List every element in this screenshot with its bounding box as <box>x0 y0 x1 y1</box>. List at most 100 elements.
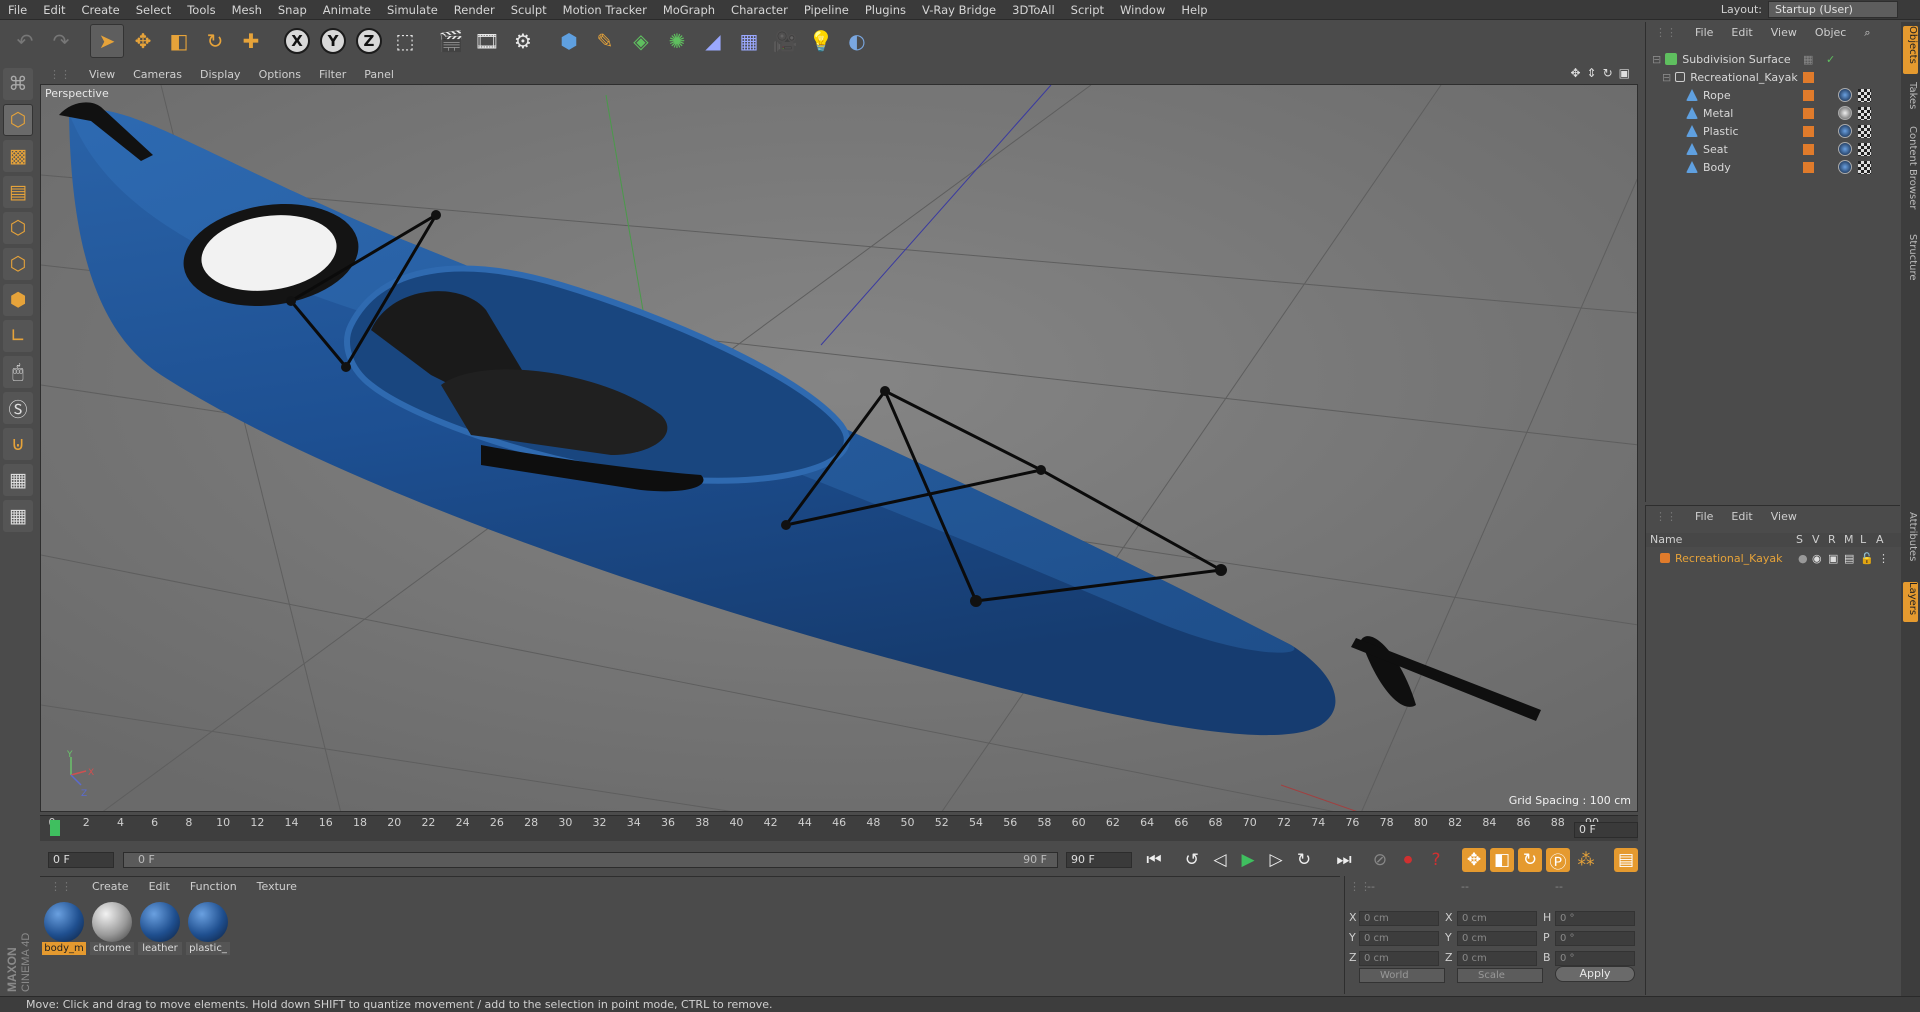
current-frame-field[interactable]: 0 F <box>1574 822 1638 838</box>
render-view-icon[interactable]: 🎬 <box>434 24 468 58</box>
coord-rot-b-field[interactable]: 0 ° <box>1555 951 1635 966</box>
locked-workplane-icon[interactable]: ▦ <box>3 500 33 532</box>
light-icon[interactable]: 💡 <box>804 24 838 58</box>
viewport-menu-panel[interactable]: Panel <box>355 68 403 81</box>
tab-takes[interactable]: Takes <box>1903 82 1918 118</box>
enabled-check-icon[interactable]: ✓ <box>1826 53 1835 66</box>
viewport-menu-options[interactable]: Options <box>250 68 310 81</box>
layer-solo-toggle[interactable]: ● <box>1798 552 1808 565</box>
menu-character[interactable]: Character <box>723 3 796 17</box>
make-editable-icon[interactable]: ⌘ <box>3 68 33 100</box>
axis-y-lock-button[interactable]: Y <box>316 24 350 58</box>
cloner-icon[interactable]: ✺ <box>660 24 694 58</box>
material-menu-function[interactable]: Function <box>180 880 247 893</box>
object-row-metal[interactable]: Metal <box>1646 104 1901 122</box>
menu-edit[interactable]: Edit <box>35 3 73 17</box>
layer-menu-view[interactable]: View <box>1762 510 1806 523</box>
uvw-tag-icon[interactable] <box>1858 125 1871 138</box>
material-tag-icon[interactable] <box>1838 160 1852 174</box>
material-tag-icon[interactable] <box>1838 124 1852 138</box>
layer-lock-icon[interactable]: 🔓 <box>1860 552 1874 565</box>
max-frame-field[interactable]: 90 F <box>1066 852 1132 868</box>
cube-primitive-icon[interactable]: ⬢ <box>552 24 586 58</box>
menu-create[interactable]: Create <box>74 3 128 17</box>
layer-visibility-icon[interactable]: ◉ <box>1812 552 1822 565</box>
orbit-icon[interactable]: ↻ <box>1603 66 1613 80</box>
menu-motion-tracker[interactable]: Motion Tracker <box>555 3 655 17</box>
layer-render-icon[interactable]: ▣ <box>1828 552 1838 565</box>
coord-space-select[interactable]: World <box>1359 968 1445 983</box>
uvw-tag-icon[interactable] <box>1858 107 1871 120</box>
add-object-icon[interactable]: ✚ <box>234 24 268 58</box>
tweak-mode-icon[interactable]: 🖱 <box>3 356 33 388</box>
dolly-icon[interactable]: ⇕ <box>1587 66 1597 80</box>
redo-icon[interactable]: ↷ <box>44 24 78 58</box>
previous-frame-icon[interactable]: ◁ <box>1208 848 1232 872</box>
maximize-view-icon[interactable]: ▣ <box>1619 66 1630 80</box>
axis-z-lock-button[interactable]: Z <box>352 24 386 58</box>
coord-size-x-field[interactable]: 0 cm <box>1457 911 1537 926</box>
subdivision-surface-icon[interactable]: ◈ <box>624 24 658 58</box>
menu-snap[interactable]: Snap <box>270 3 315 17</box>
menu-mesh[interactable]: Mesh <box>224 3 270 17</box>
menu-pipeline[interactable]: Pipeline <box>796 3 857 17</box>
object-row-seat[interactable]: Seat <box>1646 140 1901 158</box>
pen-spline-icon[interactable]: ✎ <box>588 24 622 58</box>
pan-icon[interactable]: ✥ <box>1570 66 1580 80</box>
snap-icon[interactable]: Ⓢ <box>3 392 33 424</box>
object-row-plastic[interactable]: Plastic <box>1646 122 1901 140</box>
move-tool-icon[interactable]: ✥ <box>126 24 160 58</box>
floor-icon[interactable]: ▦ <box>732 24 766 58</box>
coordinate-system-icon[interactable]: ⬚ <box>388 24 422 58</box>
workplane-mode-icon[interactable]: ▤ <box>3 176 33 208</box>
previous-key-icon[interactable]: ↺ <box>1180 848 1204 872</box>
deformer-icon[interactable]: ◢ <box>696 24 730 58</box>
menu-window[interactable]: Window <box>1112 3 1173 17</box>
menu-sculpt[interactable]: Sculpt <box>503 3 555 17</box>
layer-row[interactable]: Recreational_Kayak ● ◉ ▣ ▤ 🔓 ⋮ <box>1646 549 1901 567</box>
tab-objects[interactable]: Objects <box>1903 26 1918 74</box>
menu-select[interactable]: Select <box>128 3 179 17</box>
play-icon[interactable]: ▶ <box>1236 848 1260 872</box>
menu-mograph[interactable]: MoGraph <box>655 3 723 17</box>
axis-x-lock-button[interactable]: X <box>280 24 314 58</box>
object-row-subdivision-surface[interactable]: ⊟ Subdivision Surface ▦ ✓ <box>1646 50 1901 68</box>
viewport-menu-cameras[interactable]: Cameras <box>124 68 191 81</box>
select-arrow-icon[interactable]: ➤ <box>90 24 124 58</box>
menu-script[interactable]: Script <box>1063 3 1112 17</box>
go-to-start-icon[interactable]: ⏮ <box>1142 848 1166 872</box>
coord-size-z-field[interactable]: 0 cm <box>1457 951 1537 966</box>
viewport-menu-filter[interactable]: Filter <box>310 68 355 81</box>
menu-3dtoall[interactable]: 3DToAll <box>1004 3 1063 17</box>
material-tag-icon[interactable] <box>1838 88 1852 102</box>
object-row-rope[interactable]: Rope <box>1646 86 1901 104</box>
material-tag-icon[interactable] <box>1838 106 1852 120</box>
edges-mode-icon[interactable]: ⬡ <box>3 248 33 280</box>
model-mode-icon[interactable]: ⬡ <box>3 104 33 136</box>
material-swatch[interactable]: chrome <box>90 902 134 958</box>
next-key-icon[interactable]: ↻ <box>1292 848 1316 872</box>
object-row-recreational-kayak[interactable]: ⊟ Recreational_Kayak <box>1646 68 1901 86</box>
layout-select[interactable]: Startup (User) <box>1768 1 1898 18</box>
material-menu-create[interactable]: Create <box>82 880 139 893</box>
camera-icon[interactable]: 🎥 <box>768 24 802 58</box>
axis-mode-icon[interactable]: ∟ <box>3 320 33 352</box>
next-frame-icon[interactable]: ▷ <box>1264 848 1288 872</box>
layer-animation-icon[interactable]: ⋮ <box>1878 552 1889 565</box>
min-frame-field[interactable]: 0 F <box>48 852 114 868</box>
menu-help[interactable]: Help <box>1173 3 1215 17</box>
material-swatch[interactable]: body_m <box>42 902 86 958</box>
render-settings-icon[interactable]: ⚙ <box>506 24 540 58</box>
material-swatch[interactable]: plastic_ <box>186 902 230 958</box>
points-mode-icon[interactable]: ⬡ <box>3 212 33 244</box>
coord-size-y-field[interactable]: 0 cm <box>1457 931 1537 946</box>
object-menu-edit[interactable]: Edit <box>1722 26 1761 40</box>
keyframe-selection-icon[interactable]: ? <box>1424 848 1448 872</box>
layer-menu-edit[interactable]: Edit <box>1722 510 1761 523</box>
object-search-icon[interactable]: ⌕ <box>1855 26 1879 40</box>
material-menu-edit[interactable]: Edit <box>139 880 180 893</box>
menu-animate[interactable]: Animate <box>315 3 379 17</box>
object-menu-view[interactable]: View <box>1762 26 1806 40</box>
key-rotation-icon[interactable]: ↻ <box>1518 848 1542 872</box>
uvw-tag-icon[interactable] <box>1858 143 1871 156</box>
